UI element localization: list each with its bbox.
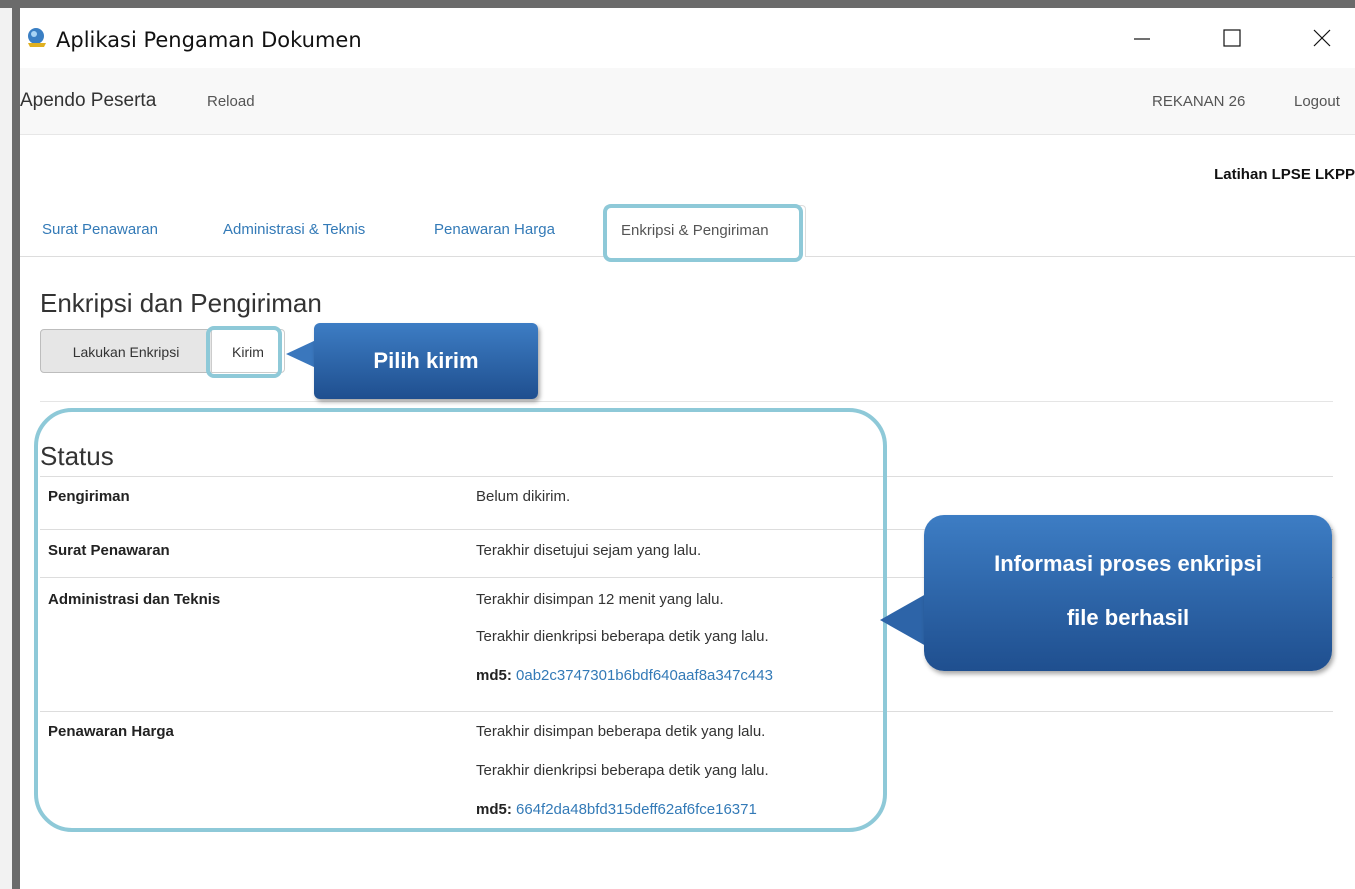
organization-name: Latihan LPSE LKPP [1214, 166, 1355, 183]
callout-informasi-enkripsi: Informasi proses enkripsi file berhasil [924, 515, 1332, 671]
highlight-tab-enkripsi [603, 204, 803, 262]
lakukan-enkripsi-button[interactable]: Lakukan Enkripsi [40, 329, 212, 373]
window-frame-border [12, 0, 20, 889]
callout-text-line1: Informasi proses enkripsi [994, 551, 1262, 576]
navbar: Apendo Peserta Reload REKANAN 26 Logout [20, 68, 1355, 135]
tab-surat-penawaran[interactable]: Surat Penawaran [42, 221, 158, 238]
window-frame-top [0, 0, 1355, 8]
callout-pointer [286, 340, 316, 368]
page-title: Enkripsi dan Pengiriman [40, 288, 322, 318]
close-icon[interactable] [1292, 8, 1352, 68]
navbar-brand[interactable]: Apendo Peserta [20, 90, 156, 112]
tab-penawaran-harga[interactable]: Penawaran Harga [434, 221, 555, 238]
callout-text-line2: file berhasil [1066, 605, 1190, 630]
reload-link[interactable]: Reload [207, 93, 255, 110]
title-bar: Aplikasi Pengaman Dokumen [20, 8, 1355, 68]
callout-pointer [880, 594, 926, 646]
minimize-icon[interactable] [1112, 8, 1172, 68]
window-title: Aplikasi Pengaman Dokumen [56, 28, 362, 52]
tab-administrasi-teknis[interactable]: Administrasi & Teknis [223, 221, 365, 238]
logout-link[interactable]: Logout [1294, 93, 1340, 110]
app-window: Aplikasi Pengaman Dokumen Apendo Peserta… [20, 8, 1355, 889]
user-name-link[interactable]: REKANAN 26 [1152, 93, 1245, 110]
callout-pilih-kirim: Pilih kirim [314, 323, 538, 399]
highlight-kirim-button [206, 326, 282, 378]
app-logo-icon [28, 28, 46, 47]
section-divider [40, 401, 1333, 402]
highlight-status-section [34, 408, 887, 832]
maximize-icon[interactable] [1202, 8, 1262, 68]
